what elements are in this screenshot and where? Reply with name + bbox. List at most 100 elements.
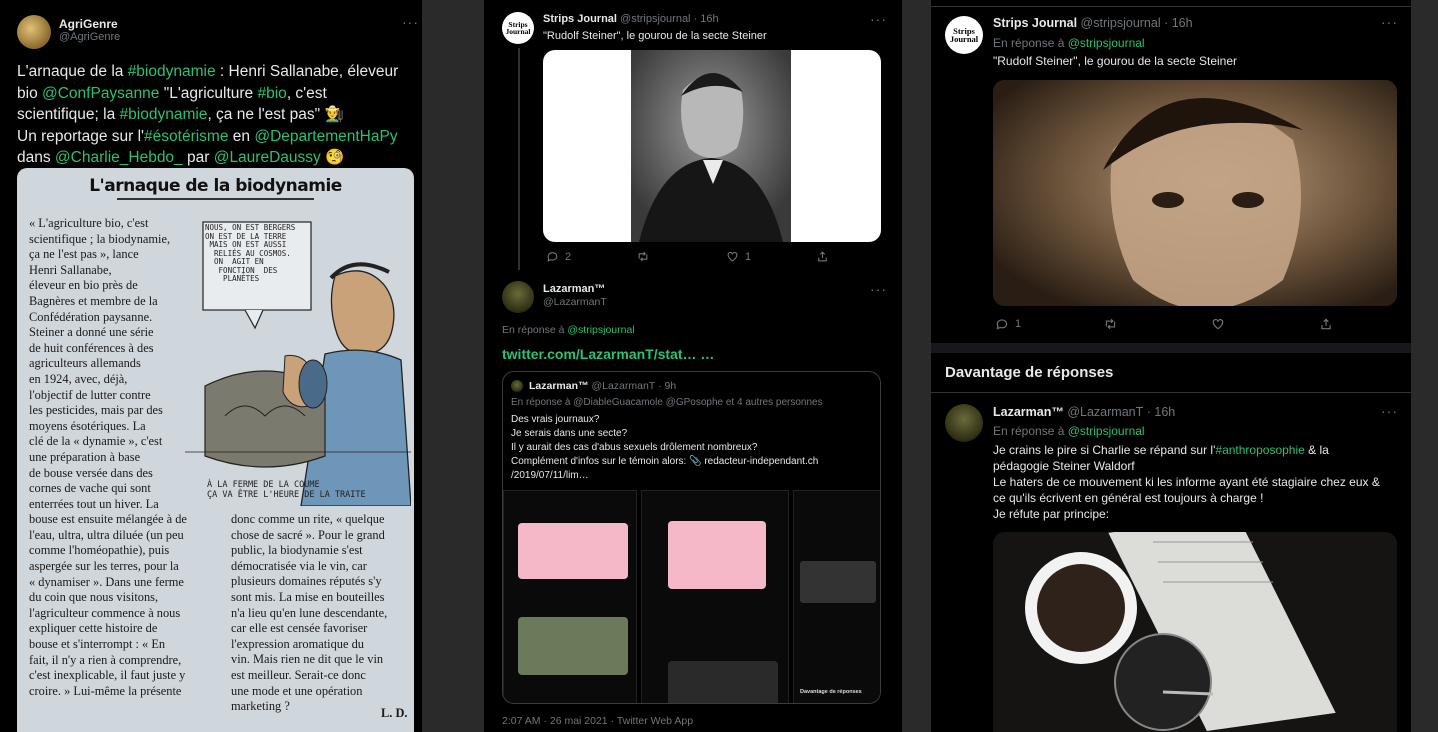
hashtag-link[interactable]: #biodynamie bbox=[120, 106, 208, 123]
newspaper-clipping-image[interactable]: L'arnaque de la biodynamie « L'agricultu… bbox=[17, 168, 414, 732]
clipping-title: L'arnaque de la biodynamie bbox=[89, 176, 342, 196]
more-replies-heading: Davantage de réponses bbox=[945, 364, 1114, 381]
quoted-text: Des vrais journaux? Je serais dans une se… bbox=[511, 413, 818, 483]
steiner-photo-sepia[interactable] bbox=[993, 80, 1397, 306]
like-button[interactable] bbox=[1211, 317, 1319, 331]
more-icon[interactable]: ··· bbox=[870, 11, 887, 27]
reply-count: 2 bbox=[565, 250, 572, 263]
retweet-button[interactable] bbox=[1103, 317, 1211, 331]
mention-link[interactable]: @DepartementHaPy bbox=[254, 128, 397, 145]
tweet2-line-1: Je crains le pire si Charlie se répand s… bbox=[993, 442, 1380, 458]
more-icon[interactable]: ··· bbox=[402, 14, 419, 30]
mention-link[interactable]: @ConfPaysanne bbox=[42, 85, 159, 102]
quoted-line: Je serais dans une secte? bbox=[511, 428, 628, 439]
tweet1-author-line[interactable]: Strips Journal @stripsjournal · 16h bbox=[543, 13, 719, 25]
like-icon bbox=[1212, 319, 1224, 330]
author-name[interactable]: Strips Journal bbox=[993, 16, 1077, 30]
hashtag-link[interactable]: #ésotérisme bbox=[144, 128, 228, 145]
like-button[interactable]: 1 bbox=[726, 250, 816, 263]
coffee-newspaper-photo[interactable] bbox=[993, 532, 1397, 732]
reply-button[interactable]: 1 bbox=[995, 317, 1103, 331]
tweet-text-fragment: 👨‍🌾 bbox=[324, 106, 344, 123]
author-name[interactable]: Lazarman™ bbox=[993, 405, 1064, 419]
tweet-text-fragment: bio bbox=[17, 84, 42, 102]
thumb-charlie-cover bbox=[668, 521, 766, 589]
hashtag-link[interactable]: #bio bbox=[258, 85, 287, 102]
share-button[interactable] bbox=[1319, 317, 1333, 331]
tweet-time[interactable]: · 16h bbox=[1164, 16, 1193, 30]
section-separator bbox=[931, 343, 1411, 353]
tweet-time[interactable]: · 16h bbox=[694, 13, 719, 25]
tweet2-meta[interactable]: 2:07 AM · 26 mai 2021 · Twitter Web App bbox=[502, 715, 693, 727]
tweet2-author-handle[interactable]: @LazarmanT bbox=[543, 296, 607, 308]
reply-icon bbox=[547, 252, 558, 262]
tweet1-text: "Rudolf Steiner", le gourou de la secte … bbox=[993, 54, 1237, 68]
strips-journal-avatar[interactable]: Strips Journal bbox=[945, 16, 983, 54]
thread-line bbox=[518, 48, 520, 270]
tweet2-link[interactable]: twitter.com/LazarmanT/stat… … bbox=[502, 346, 714, 362]
quoted-line: Il y aurait des cas d'abus sexuels drôle… bbox=[511, 442, 758, 453]
retweet-button[interactable] bbox=[636, 250, 726, 263]
tweet-text-fragment: dans bbox=[17, 149, 55, 166]
quoted-reply-context: En réponse à @DiableGuacamole @GPosophe … bbox=[511, 397, 823, 408]
thumb-preview-block bbox=[800, 561, 876, 603]
more-icon[interactable]: ··· bbox=[870, 281, 887, 297]
tweet-time[interactable]: · 16h bbox=[1147, 405, 1176, 419]
reply-to-link[interactable]: @stripsjournal bbox=[567, 324, 634, 336]
author-handle[interactable]: @LazarmanT bbox=[1067, 405, 1143, 419]
reply-context: En réponse à @stripsjournal bbox=[993, 36, 1145, 50]
line1-post: & la bbox=[1304, 443, 1329, 457]
tweet2-author-name[interactable]: Lazarman™ bbox=[543, 283, 605, 295]
agrigenre-tweet-panel: AgriGenre @AgriGenre ··· L'arnaque de la… bbox=[0, 0, 422, 732]
tweet-line: Un reportage sur l'#ésotérisme en @Depar… bbox=[17, 126, 398, 148]
quoted-thumb-3: Davantage de réponses bbox=[793, 490, 880, 703]
hashtag-link[interactable]: #biodynamie bbox=[128, 63, 216, 80]
quoted-reply-prefix: En réponse à bbox=[511, 397, 574, 408]
mention-link[interactable]: @LaureDaussy bbox=[214, 149, 321, 166]
reply-button[interactable]: 2 bbox=[546, 250, 636, 263]
agrigenre-avatar[interactable] bbox=[17, 15, 51, 49]
strips-journal-avatar[interactable]: Strips Journal bbox=[502, 12, 534, 44]
hashtag-anthroposophie[interactable]: #anthroposophie bbox=[1215, 443, 1304, 457]
author-handle[interactable]: @stripsjournal bbox=[620, 13, 690, 25]
clipping-signature: L. D. bbox=[381, 706, 408, 720]
tweet-text-fragment: L'arnaque de la bbox=[17, 63, 128, 80]
reply-to-link[interactable]: @stripsjournal bbox=[1068, 424, 1145, 438]
reply-icon bbox=[996, 319, 1008, 330]
clipping-column-2: donc comme un rite, « quelque chose de s… bbox=[231, 512, 388, 714]
retweet-icon bbox=[1105, 318, 1116, 330]
lazarman-avatar[interactable] bbox=[945, 404, 983, 442]
share-button[interactable] bbox=[816, 250, 829, 263]
tweet-text-fragment: "L'agriculture bbox=[159, 84, 258, 102]
tweet2-text: Je crains le pire si Charlie se répand s… bbox=[993, 442, 1380, 522]
tweet-text-fragment: en bbox=[228, 127, 255, 145]
tweet-text-fragment: , ça ne l'est pas" bbox=[207, 106, 325, 123]
more-icon[interactable]: ··· bbox=[1381, 403, 1398, 419]
author-handle[interactable]: @stripsjournal bbox=[1081, 16, 1161, 30]
quoted-tweet[interactable]: Lazarman™ @LazarmanT · 9h En réponse à @… bbox=[502, 371, 881, 704]
middle-gutter bbox=[902, 0, 931, 732]
mention-link[interactable]: @Charlie_Hebdo_ bbox=[55, 149, 183, 166]
tweet1-text: "Rudolf Steiner", le gourou de la secte … bbox=[543, 30, 767, 42]
quoted-avatar bbox=[511, 380, 523, 392]
steiner-photo-bw[interactable] bbox=[543, 50, 881, 242]
tweet2-author-line[interactable]: Lazarman™ @LazarmanT · 16h bbox=[993, 405, 1175, 419]
quoted-author-line: Lazarman™ @LazarmanT · 9h bbox=[529, 380, 676, 392]
reply-context: En réponse à @stripsjournal bbox=[993, 424, 1145, 438]
tweet2-line: Le haters de ce mouvement ki les informe… bbox=[993, 475, 1380, 489]
cartoon-caption: À LA FERME DE LA COUME ÇA VA ÊTRE L'HEUR… bbox=[207, 480, 366, 500]
reply-prefix: En réponse à bbox=[993, 424, 1068, 438]
reply-prefix: En réponse à bbox=[502, 324, 568, 336]
tweet1-author-line[interactable]: Strips Journal @stripsjournal · 16h bbox=[993, 16, 1193, 30]
reply-to-link[interactable]: @stripsjournal bbox=[1068, 36, 1145, 50]
right-gutter bbox=[1411, 0, 1438, 732]
author-handle[interactable]: @AgriGenre bbox=[59, 31, 120, 43]
thumb-more-replies-label: Davantage de réponses bbox=[800, 689, 862, 695]
author-name[interactable]: AgriGenre bbox=[59, 17, 118, 31]
share-icon bbox=[1321, 318, 1331, 330]
left-gutter bbox=[422, 0, 484, 732]
quoted-time: · 9h bbox=[658, 380, 677, 392]
lazarman-avatar[interactable] bbox=[502, 281, 534, 313]
author-name[interactable]: Strips Journal bbox=[543, 13, 617, 25]
more-icon[interactable]: ··· bbox=[1381, 14, 1398, 30]
